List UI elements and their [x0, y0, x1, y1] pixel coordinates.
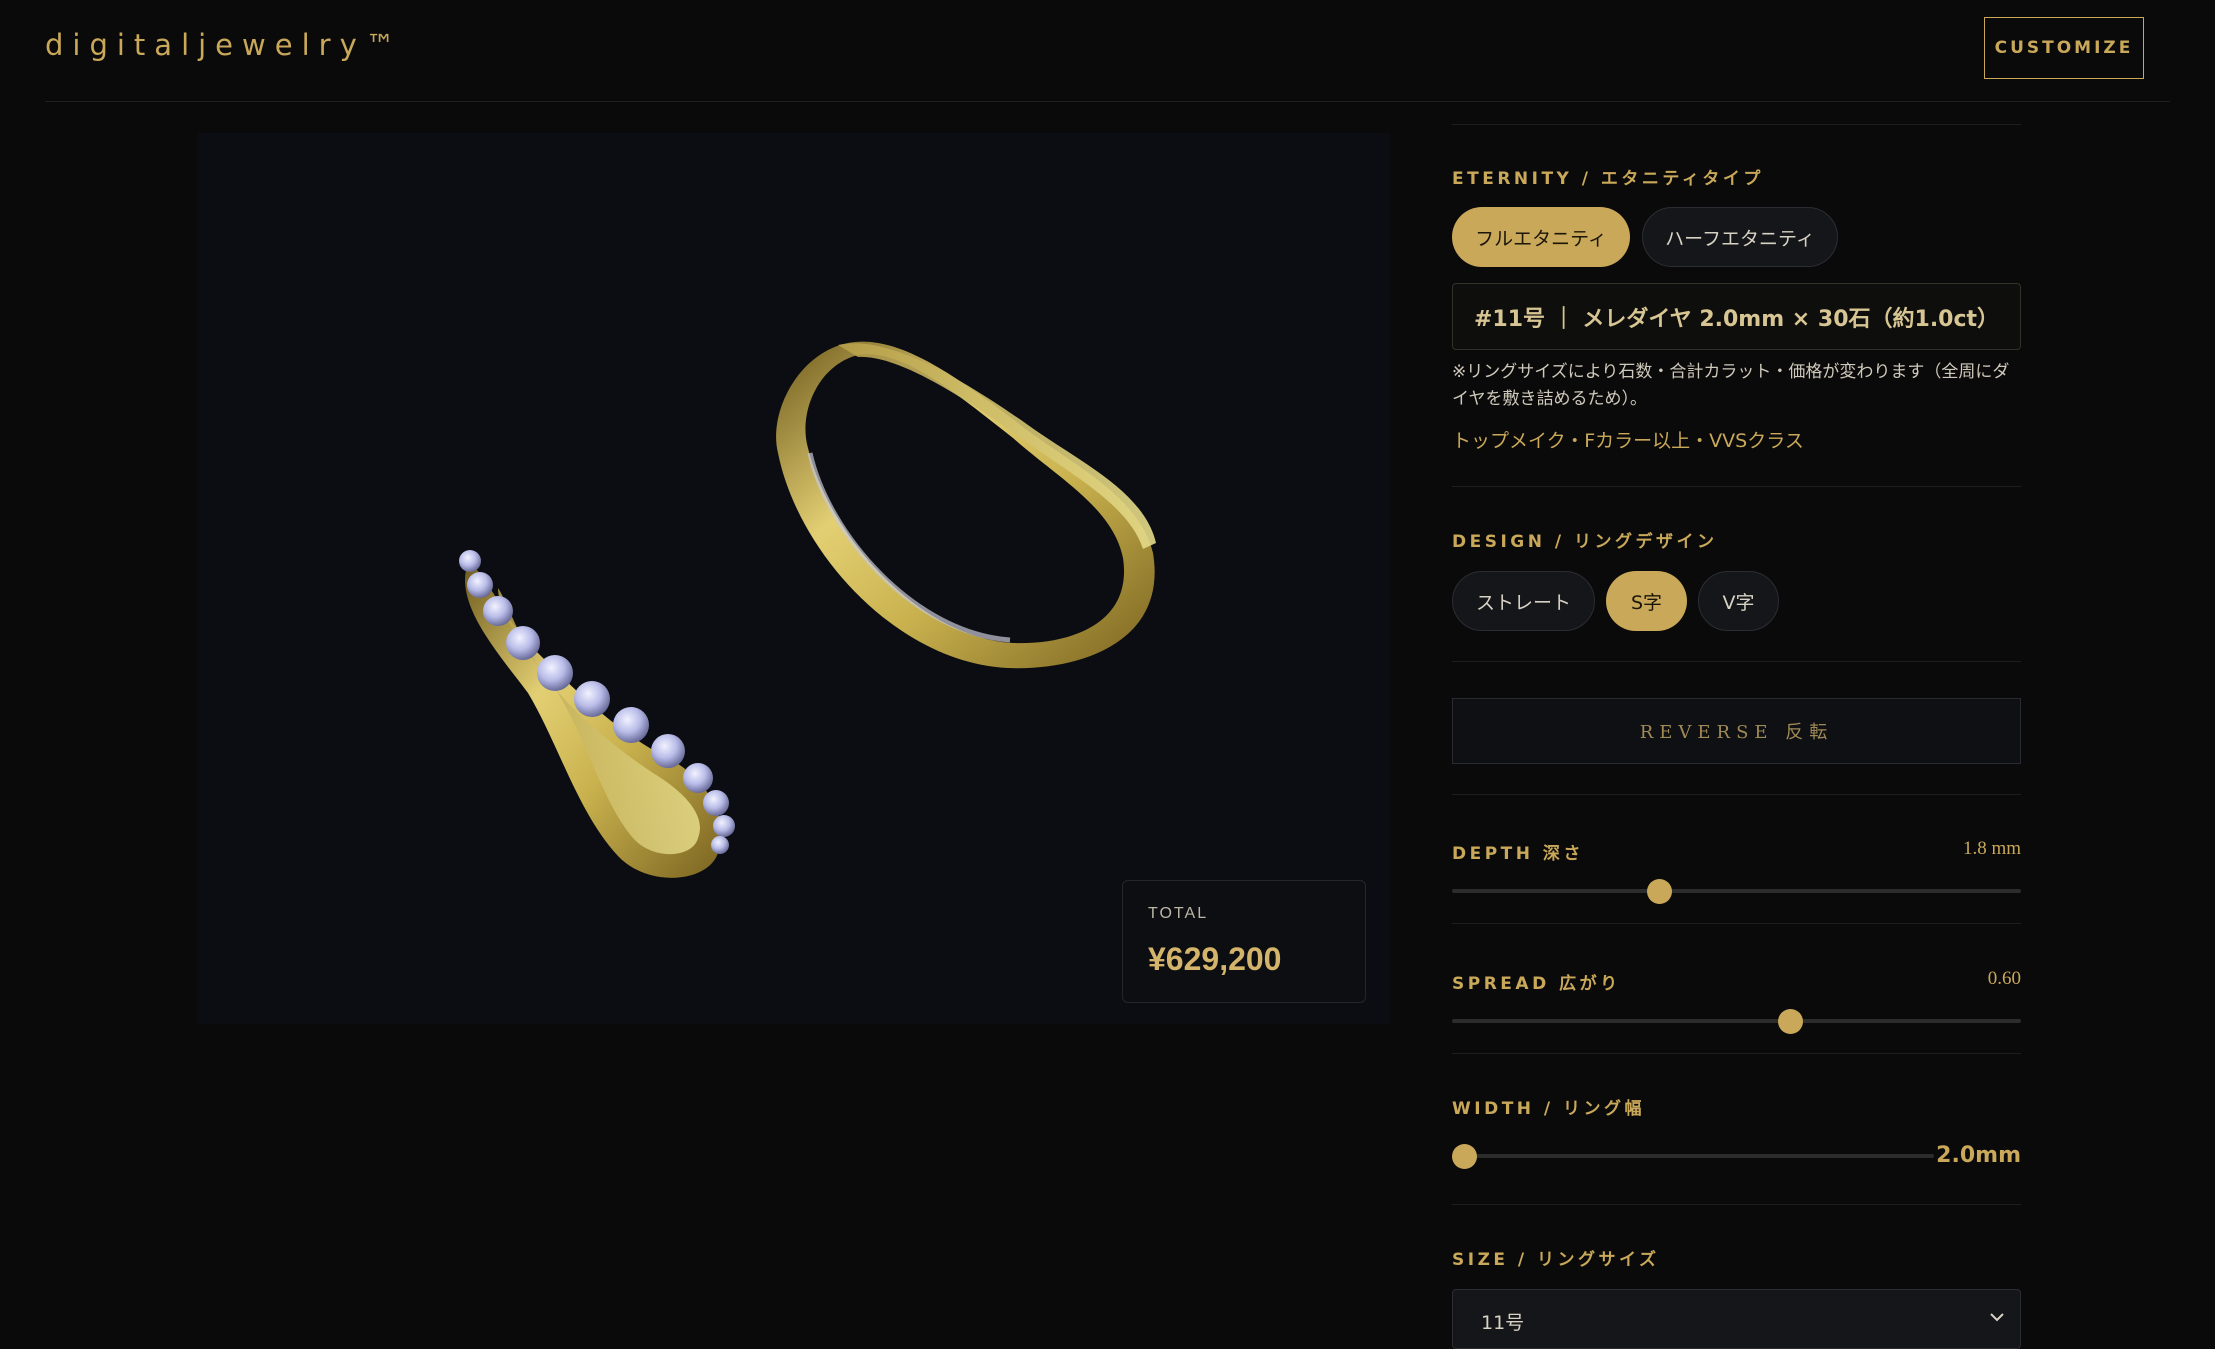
depth-slider-track[interactable] [1452, 889, 2021, 893]
size-note: ※リングサイズにより石数・合計カラット・価格が変わります（全周にダイヤを敷き詰め… [1452, 362, 2010, 409]
width-label: WIDTH / リング幅 [1452, 1099, 1646, 1119]
design-option-s[interactable]: S字 [1606, 571, 1687, 631]
design-label: DESIGN / リングデザイン [1452, 532, 1718, 552]
diamond-quality: トップメイク・Fカラー以上・VVSクラス [1452, 430, 1804, 452]
spread-value: 0.60 [1987, 968, 2021, 989]
divider [1452, 794, 2021, 795]
eternity-ring [459, 550, 735, 878]
spread-slider-track[interactable] [1452, 1019, 2021, 1023]
width-slider-thumb[interactable] [1452, 1144, 1477, 1169]
ring-3d-viewer[interactable]: TOTAL ¥629,200 [198, 133, 1390, 1024]
spread-slider-thumb[interactable] [1778, 1009, 1803, 1034]
size-select[interactable]: 11号 [1452, 1289, 2021, 1349]
eternity-label: ETERNITY / エタニティタイプ [1452, 169, 1764, 189]
brand-logo[interactable]: digitaljewelry™ [45, 28, 404, 62]
divider [1452, 124, 2021, 125]
divider [1452, 1204, 2021, 1205]
design-option-straight[interactable]: ストレート [1452, 571, 1595, 631]
reverse-button[interactable]: REVERSE 反転 [1452, 698, 2021, 764]
size-selected-value: 11号 [1481, 1312, 1525, 1334]
depth-value: 1.8 mm [1962, 838, 2021, 859]
spread-label: SPREAD 広がり [1452, 974, 1621, 994]
stone-spec: #11号 ｜ メレダイヤ 2.0mm × 30石（約1.0ct） [1452, 283, 2021, 350]
width-value: 2.0mm [1936, 1143, 2021, 1168]
divider [1452, 923, 2021, 924]
plain-ring [776, 341, 1156, 669]
size-label: SIZE / リングサイズ [1452, 1250, 1660, 1270]
total-price-card: TOTAL ¥629,200 [1122, 880, 1366, 1003]
depth-label: DEPTH 深さ [1452, 844, 1584, 864]
total-label: TOTAL [1148, 905, 1209, 922]
divider [1452, 1053, 2021, 1054]
total-price: ¥629,200 [1148, 941, 1282, 977]
customize-panel: ETERNITY / エタニティタイプ フルエタニティ ハーフエタニティ #11… [1452, 0, 2021, 1349]
divider [1452, 486, 2021, 487]
eternity-option-half[interactable]: ハーフエタニティ [1642, 207, 1838, 267]
chevron-down-icon [1990, 1313, 2004, 1322]
design-option-v[interactable]: V字 [1698, 571, 1779, 631]
width-slider-track[interactable] [1452, 1154, 1934, 1158]
depth-slider-thumb[interactable] [1647, 879, 1672, 904]
eternity-option-full[interactable]: フルエタニティ [1452, 207, 1630, 267]
divider [1452, 661, 2021, 662]
